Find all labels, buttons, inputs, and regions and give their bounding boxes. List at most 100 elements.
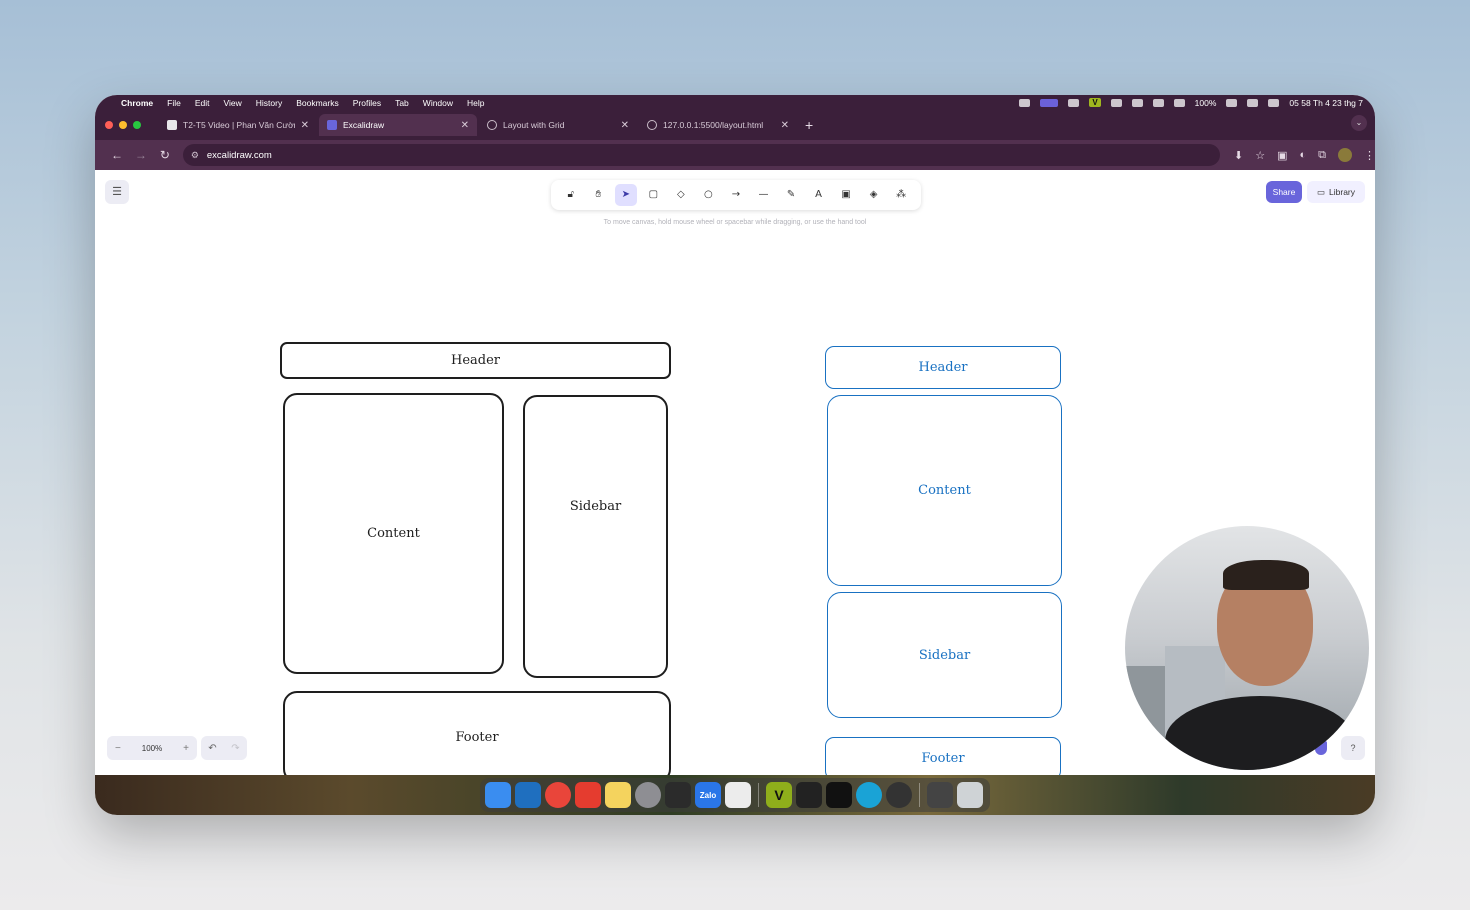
main-menu-hamburger-icon[interactable]: ☰ bbox=[105, 180, 129, 204]
redo-icon[interactable]: ↷ bbox=[231, 743, 239, 754]
zoom-window-button[interactable] bbox=[133, 121, 141, 129]
ellipse-tool-icon[interactable]: ○ bbox=[697, 184, 719, 206]
left-footer-box[interactable]: Footer bbox=[283, 691, 671, 783]
hand-tool-icon[interactable]: ✋︎ bbox=[587, 184, 609, 206]
selection-tool-icon[interactable]: ➤ bbox=[614, 184, 637, 206]
translate-icon[interactable]: ▣ bbox=[1277, 149, 1287, 162]
bookmark-star-icon[interactable]: ☆ bbox=[1255, 149, 1265, 162]
extension-icon[interactable]: ◐ bbox=[1300, 149, 1307, 161]
obs-icon[interactable] bbox=[886, 782, 912, 808]
display-icon[interactable] bbox=[1040, 98, 1059, 107]
notes-icon[interactable] bbox=[605, 782, 631, 808]
git-client-icon[interactable] bbox=[575, 782, 601, 808]
wifi-icon[interactable] bbox=[1247, 98, 1259, 107]
line-tool-icon[interactable]: — bbox=[752, 184, 774, 206]
menu-view[interactable]: View bbox=[223, 98, 241, 108]
left-header-box[interactable]: Header bbox=[280, 342, 671, 379]
more-tools-icon[interactable]: ⁂ bbox=[890, 184, 912, 206]
menu-file[interactable]: File bbox=[167, 98, 181, 108]
library-button[interactable]: ▭ Library bbox=[1307, 181, 1365, 203]
diamond-tool-icon[interactable]: ◇ bbox=[670, 184, 692, 206]
warning-icon[interactable] bbox=[1068, 98, 1080, 107]
downloads-folder-icon[interactable] bbox=[927, 782, 953, 808]
image-tool-icon[interactable]: ▣ bbox=[835, 184, 857, 206]
profile-avatar[interactable] bbox=[1338, 148, 1353, 162]
chrome-icon[interactable] bbox=[545, 782, 571, 808]
tab-layout-grid[interactable]: Layout with Grid ✕ bbox=[479, 114, 637, 136]
canvas-hint: To move canvas, hold mouse wheel or spac… bbox=[603, 219, 867, 226]
tab-close-icon[interactable]: ✕ bbox=[461, 120, 469, 131]
rectangle-tool-icon[interactable]: ▢ bbox=[642, 184, 664, 206]
lock-icon[interactable]: 🔓︎ bbox=[560, 184, 582, 206]
puzzle-extensions-icon[interactable]: ⧉ bbox=[1318, 149, 1326, 162]
preview-icon[interactable] bbox=[725, 782, 751, 808]
right-footer-box[interactable]: Footer bbox=[825, 737, 1061, 780]
tab-video[interactable]: T2-T5 Video | Phan Văn Cườn ✕ bbox=[159, 114, 317, 136]
window-icon[interactable] bbox=[1173, 98, 1185, 107]
library-label: Library bbox=[1329, 187, 1355, 197]
vim-badge-icon[interactable]: V bbox=[1089, 98, 1101, 107]
left-sidebar-box[interactable]: Sidebar bbox=[523, 395, 668, 678]
bluetooth-icon[interactable] bbox=[1131, 98, 1143, 107]
battery-icon[interactable] bbox=[1226, 98, 1238, 107]
menu-tab[interactable]: Tab bbox=[395, 98, 409, 108]
tab-search-chevron-icon[interactable]: ⌄ bbox=[1351, 115, 1367, 131]
pencil-tool-icon[interactable]: ✎ bbox=[780, 184, 802, 206]
reload-icon[interactable]: ↻ bbox=[153, 148, 177, 162]
back-arrow-icon[interactable]: ← bbox=[105, 148, 129, 162]
site-settings-icon[interactable]: ⚙ bbox=[191, 150, 199, 161]
arrow-tool-icon[interactable]: → bbox=[725, 184, 747, 206]
menu-app-name[interactable]: Chrome bbox=[121, 98, 153, 108]
menu-bookmarks[interactable]: Bookmarks bbox=[296, 98, 339, 108]
new-tab-plus-icon[interactable]: + bbox=[805, 117, 813, 133]
forward-arrow-icon[interactable]: → bbox=[129, 148, 153, 162]
finder-icon[interactable] bbox=[485, 782, 511, 808]
right-content-box[interactable]: Content bbox=[827, 395, 1062, 586]
terminal-icon[interactable] bbox=[826, 782, 852, 808]
trash-icon[interactable] bbox=[957, 782, 983, 808]
minimize-window-button[interactable] bbox=[119, 121, 127, 129]
menubar-clock[interactable]: 05 58 Th 4 23 thg 7 bbox=[1289, 98, 1363, 108]
menu-window[interactable]: Window bbox=[423, 98, 453, 108]
tab-close-icon[interactable]: ✕ bbox=[621, 120, 629, 131]
left-content-box[interactable]: Content bbox=[283, 393, 504, 674]
right-sidebar-box[interactable]: Sidebar bbox=[827, 592, 1062, 718]
url-omnibox[interactable]: ⚙ excalidraw.com bbox=[182, 144, 1220, 166]
davinci-resolve-icon[interactable] bbox=[665, 782, 691, 808]
zalo-icon[interactable]: Zalo bbox=[695, 782, 721, 808]
url-text[interactable]: excalidraw.com bbox=[207, 150, 272, 161]
share-button[interactable]: Share bbox=[1266, 181, 1302, 203]
tab-close-icon[interactable]: ✕ bbox=[301, 120, 309, 131]
eraser-tool-icon[interactable]: ◈ bbox=[863, 184, 885, 206]
vscode-icon[interactable] bbox=[515, 782, 541, 808]
menu-help[interactable]: Help bbox=[467, 98, 484, 108]
menu-history[interactable]: History bbox=[256, 98, 282, 108]
menu-edit[interactable]: Edit bbox=[195, 98, 210, 108]
notion-icon bbox=[167, 120, 177, 130]
menu-profiles[interactable]: Profiles bbox=[353, 98, 381, 108]
zoom-level[interactable]: 100% bbox=[142, 744, 162, 753]
vim-icon[interactable]: V bbox=[766, 782, 792, 808]
text-tool-icon[interactable]: A bbox=[808, 184, 830, 206]
shape-toolbar: 🔓︎ ✋︎ ➤ ▢ ◇ ○ → — ✎ A ▣ ◈ ⁂ bbox=[551, 180, 921, 210]
activity-monitor-icon[interactable] bbox=[796, 782, 822, 808]
tab-excalidraw[interactable]: Excalidraw ✕ bbox=[319, 114, 477, 136]
control-center-icon[interactable] bbox=[1268, 98, 1280, 107]
edge-icon[interactable] bbox=[856, 782, 882, 808]
close-window-button[interactable] bbox=[105, 121, 113, 129]
kebab-menu-icon[interactable]: ⋮ bbox=[1364, 149, 1375, 162]
keyboard-icon[interactable] bbox=[1110, 98, 1122, 107]
zoom-in-button[interactable]: + bbox=[183, 743, 189, 754]
install-app-icon[interactable]: ⬇ bbox=[1234, 149, 1243, 162]
mac-menubar: Chrome File Edit View History Bookmarks … bbox=[95, 95, 1375, 110]
system-settings-icon[interactable] bbox=[635, 782, 661, 808]
screen-record-icon[interactable] bbox=[1019, 98, 1031, 107]
zoom-out-button[interactable]: − bbox=[115, 743, 121, 754]
tab-localhost[interactable]: 127.0.0.1:5500/layout.html ✕ bbox=[639, 114, 797, 136]
undo-icon[interactable]: ↶ bbox=[208, 743, 216, 754]
tab-close-icon[interactable]: ✕ bbox=[781, 120, 789, 131]
right-header-box[interactable]: Header bbox=[825, 346, 1061, 389]
moon-icon[interactable] bbox=[1152, 98, 1164, 107]
zoom-controls: − 100% + bbox=[107, 736, 197, 760]
box-label: Header bbox=[918, 360, 968, 375]
